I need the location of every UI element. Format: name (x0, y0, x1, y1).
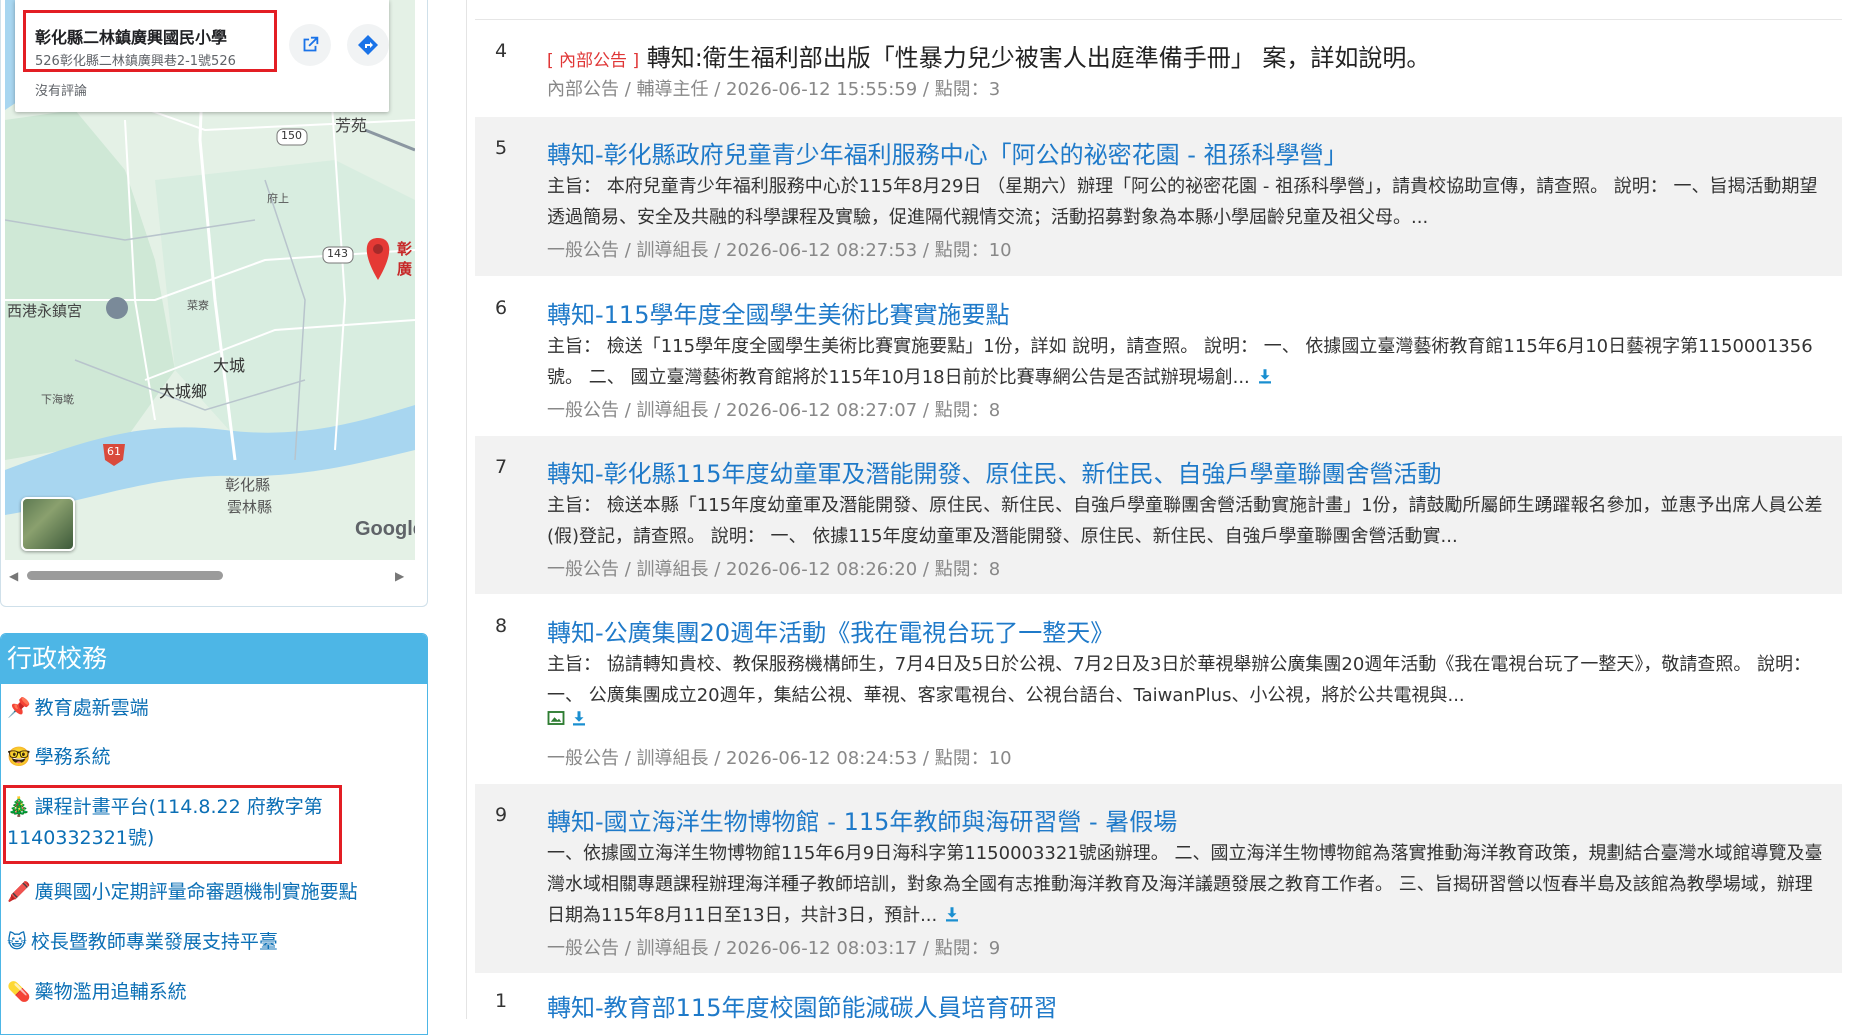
crayon-icon: 🖍️ (7, 881, 31, 903)
item-body: 主旨： 協請轉知貴校、教保服務機構師生，7月4日及5日於公視、7月2日及3日於華… (547, 654, 1812, 706)
item-body-text: 主旨： 檢送「115學年度全國學生美術比賽實施要點」1份，詳如 說明，請查照。 … (547, 336, 1813, 388)
item-number: 9 (495, 804, 508, 826)
item-number: 4 (495, 40, 508, 62)
map-horizontal-scrollbar[interactable]: ◀ ▶ (1, 564, 415, 588)
map-label-xigang: 西港永鎮宮 (7, 302, 83, 320)
announcement-item: 4 [ 內部公告 ] 轉知:衛生福利部出版「性暴力兒少被害人出庭準備手冊」 案，… (475, 20, 1842, 116)
admin-link-drug-tracking[interactable]: 💊 藥物濫用追輔系統 (7, 977, 187, 1004)
item-body: 一、依據國立海洋生物博物館115年6月9日海科字第1150003321號函辦理。… (547, 838, 1829, 931)
download-icon[interactable] (943, 905, 961, 923)
place-info-card: 彰化縣二林鎮廣興國民小學 526彰化縣二林鎮廣興巷2-1號526 沒有評論 (15, 0, 389, 112)
announcement-item: 5 轉知-彰化縣政府兒童青少年福利服務中心「阿公的祕密花園 - 祖孫科學營」 主… (475, 117, 1842, 276)
road-shield-143: 143 (327, 247, 348, 260)
map-card: 芳苑 150 143 61 府上 菜寮 西港永鎮宮 大城 大城鄉 下海墘 彰化縣… (0, 0, 428, 607)
item-meta: 一般公告 / 訓導組長 / 2026-06-12 08:24:53 / 點閱：1… (547, 748, 1012, 769)
map-label-caiyao: 菜寮 (187, 299, 209, 312)
satellite-toggle[interactable] (21, 497, 75, 551)
item-meta: 一般公告 / 訓導組長 / 2026-06-12 08:27:53 / 點閱：1… (547, 240, 1012, 261)
map-pin-label-2: 廣 (397, 260, 413, 278)
item-title-text: 轉知:衛生福利部出版「性暴力兒少被害人出庭準備手冊」 案，詳如說明。 (646, 44, 1431, 72)
item-body: 主旨： 檢送本縣「115年度幼童軍及潛能開發、原住民、新住民、自強戶學童聯團舍營… (547, 495, 1823, 547)
item-tag: [ 內部公告 ] (547, 51, 640, 71)
admin-link-student-affairs[interactable]: 🤓 學務系統 (7, 742, 111, 769)
item-title[interactable]: 轉知-彰化縣115年度幼童軍及潛能開發、原住民、新住民、自強戶學童聯團舍營活動 (547, 454, 1441, 489)
admin-link-cloud[interactable]: 📌 教育處新雲端 (7, 693, 149, 720)
road-shield-150: 150 (281, 129, 302, 142)
image-icon[interactable] (547, 709, 565, 727)
admin-link-assessment-rules[interactable]: 🖍️ 廣興國小定期評量命審題機制實施要點 (7, 877, 358, 904)
admin-link-teacher-development[interactable]: 😺 校長暨教師專業發展支持平臺 (7, 927, 278, 954)
item-number: 5 (495, 137, 508, 159)
place-reviews: 沒有評論 (35, 84, 88, 99)
nerd-face-icon: 🤓 (7, 746, 31, 768)
scroll-right-icon[interactable]: ▶ (395, 569, 404, 583)
item-number: 7 (495, 456, 508, 478)
map-label-xiahailiao: 下海墘 (41, 393, 74, 406)
admin-panel-title: 行政校務 (1, 634, 427, 684)
pin-icon: 📌 (7, 697, 31, 719)
item-body-text: 一、依據國立海洋生物博物館115年6月9日海科字第1150003321號函辦理。… (547, 843, 1823, 926)
item-title[interactable]: [ 內部公告 ] 轉知:衛生福利部出版「性暴力兒少被害人出庭準備手冊」 案，詳如… (547, 38, 1430, 73)
item-title[interactable]: 轉知-115學年度全國學生美術比賽實施要點 (547, 295, 1009, 330)
item-title[interactable]: 轉知-國立海洋生物博物館 - 115年教師與海研習營 - 暑假場 (547, 802, 1177, 837)
scroll-left-icon[interactable]: ◀ (9, 569, 18, 583)
announcement-list: 4 [ 內部公告 ] 轉知:衛生福利部出版「性暴力兒少被害人出庭準備手冊」 案，… (466, 0, 1851, 1022)
map-label-dachengxiang: 大城鄉 (159, 382, 208, 401)
admin-link-label: 校長暨教師專業發展支持平臺 (30, 931, 278, 953)
place-address: 526彰化縣二林鎮廣興巷2-1號526 (35, 54, 236, 69)
item-body: 主旨： 本府兒童青少年福利服務中心於115年8月29日 （星期六）辦理「阿公的祕… (547, 176, 1818, 228)
road-shield-61: 61 (107, 445, 121, 458)
item-meta: 一般公告 / 訓導組長 / 2026-06-12 08:03:17 / 點閱：9 (547, 938, 1001, 959)
admin-link-label: 教育處新雲端 (34, 697, 149, 719)
announcement-item: 8 轉知-公廣集團20週年活動《我在電視台玩了一整天》 主旨： 協請轉知貴校、教… (475, 595, 1842, 783)
curriculum-highlight-box (3, 785, 342, 864)
item-body: 主旨： 檢送「115學年度全國學生美術比賽實施要點」1份，詳如 說明，請查照。 … (547, 331, 1829, 393)
item-title[interactable]: 轉知-彰化縣政府兒童青少年福利服務中心「阿公的祕密花園 - 祖孫科學營」 (547, 135, 1348, 170)
announcement-item: 9 轉知-國立海洋生物博物館 - 115年教師與海研習營 - 暑假場 一、依據國… (475, 784, 1842, 973)
admin-link-label: 學務系統 (34, 746, 111, 768)
cat-icon: 😺 (7, 931, 27, 953)
place-name: 彰化縣二林鎮廣興國民小學 (35, 28, 228, 47)
item-meta: 一般公告 / 訓導組長 / 2026-06-12 08:26:20 / 點閱：8 (547, 559, 1001, 580)
scrollbar-thumb[interactable] (27, 571, 223, 580)
attachment-icons (547, 709, 588, 729)
item-meta: 內部公告 / 輔導主任 / 2026-06-12 15:55:59 / 點閱：3 (547, 79, 1001, 100)
map-pin-label-1: 彰 (397, 240, 413, 258)
map-label-fushang: 府上 (267, 192, 289, 205)
left-column: 芳苑 150 143 61 府上 菜寮 西港永鎮宮 大城 大城鄉 下海墘 彰化縣… (0, 0, 430, 1035)
google-logo: Google (355, 518, 415, 540)
item-number: 1 (495, 990, 508, 1012)
item-title[interactable]: 轉知-公廣集團20週年活動《我在電視台玩了一整天》 (547, 613, 1114, 648)
item-number: 8 (495, 615, 508, 637)
directions-icon (358, 35, 378, 55)
announcement-item: 6 轉知-115學年度全國學生美術比賽實施要點 主旨： 檢送「115學年度全國學… (475, 277, 1842, 435)
pill-icon: 💊 (7, 981, 31, 1003)
directions-button[interactable] (347, 24, 389, 66)
open-external-icon (303, 36, 319, 52)
download-icon[interactable] (570, 709, 588, 727)
admin-link-label: 藥物濫用追輔系統 (34, 981, 187, 1003)
item-meta: 一般公告 / 訓導組長 / 2026-06-12 08:27:07 / 點閱：8 (547, 400, 1001, 421)
announcement-item: 7 轉知-彰化縣115年度幼童軍及潛能開發、原住民、新住民、自強戶學童聯團舍營活… (475, 436, 1842, 594)
map-label-dacheng: 大城 (213, 356, 246, 375)
map-label-fangyuan: 芳苑 (335, 116, 368, 135)
map-label-yunlin: 雲林縣 (227, 498, 273, 516)
open-in-maps-button[interactable] (289, 24, 331, 66)
map-label-changhua: 彰化縣 (225, 476, 271, 494)
admin-link-label: 廣興國小定期評量命審題機制實施要點 (34, 881, 358, 903)
download-icon[interactable] (1256, 367, 1274, 385)
item-title[interactable]: 轉知-教育部115年度校園節能減碳人員培育研習 (547, 988, 1057, 1023)
item-number: 6 (495, 297, 508, 319)
announcement-item: 1 轉知-教育部115年度校園節能減碳人員培育研習 (475, 974, 1842, 1022)
